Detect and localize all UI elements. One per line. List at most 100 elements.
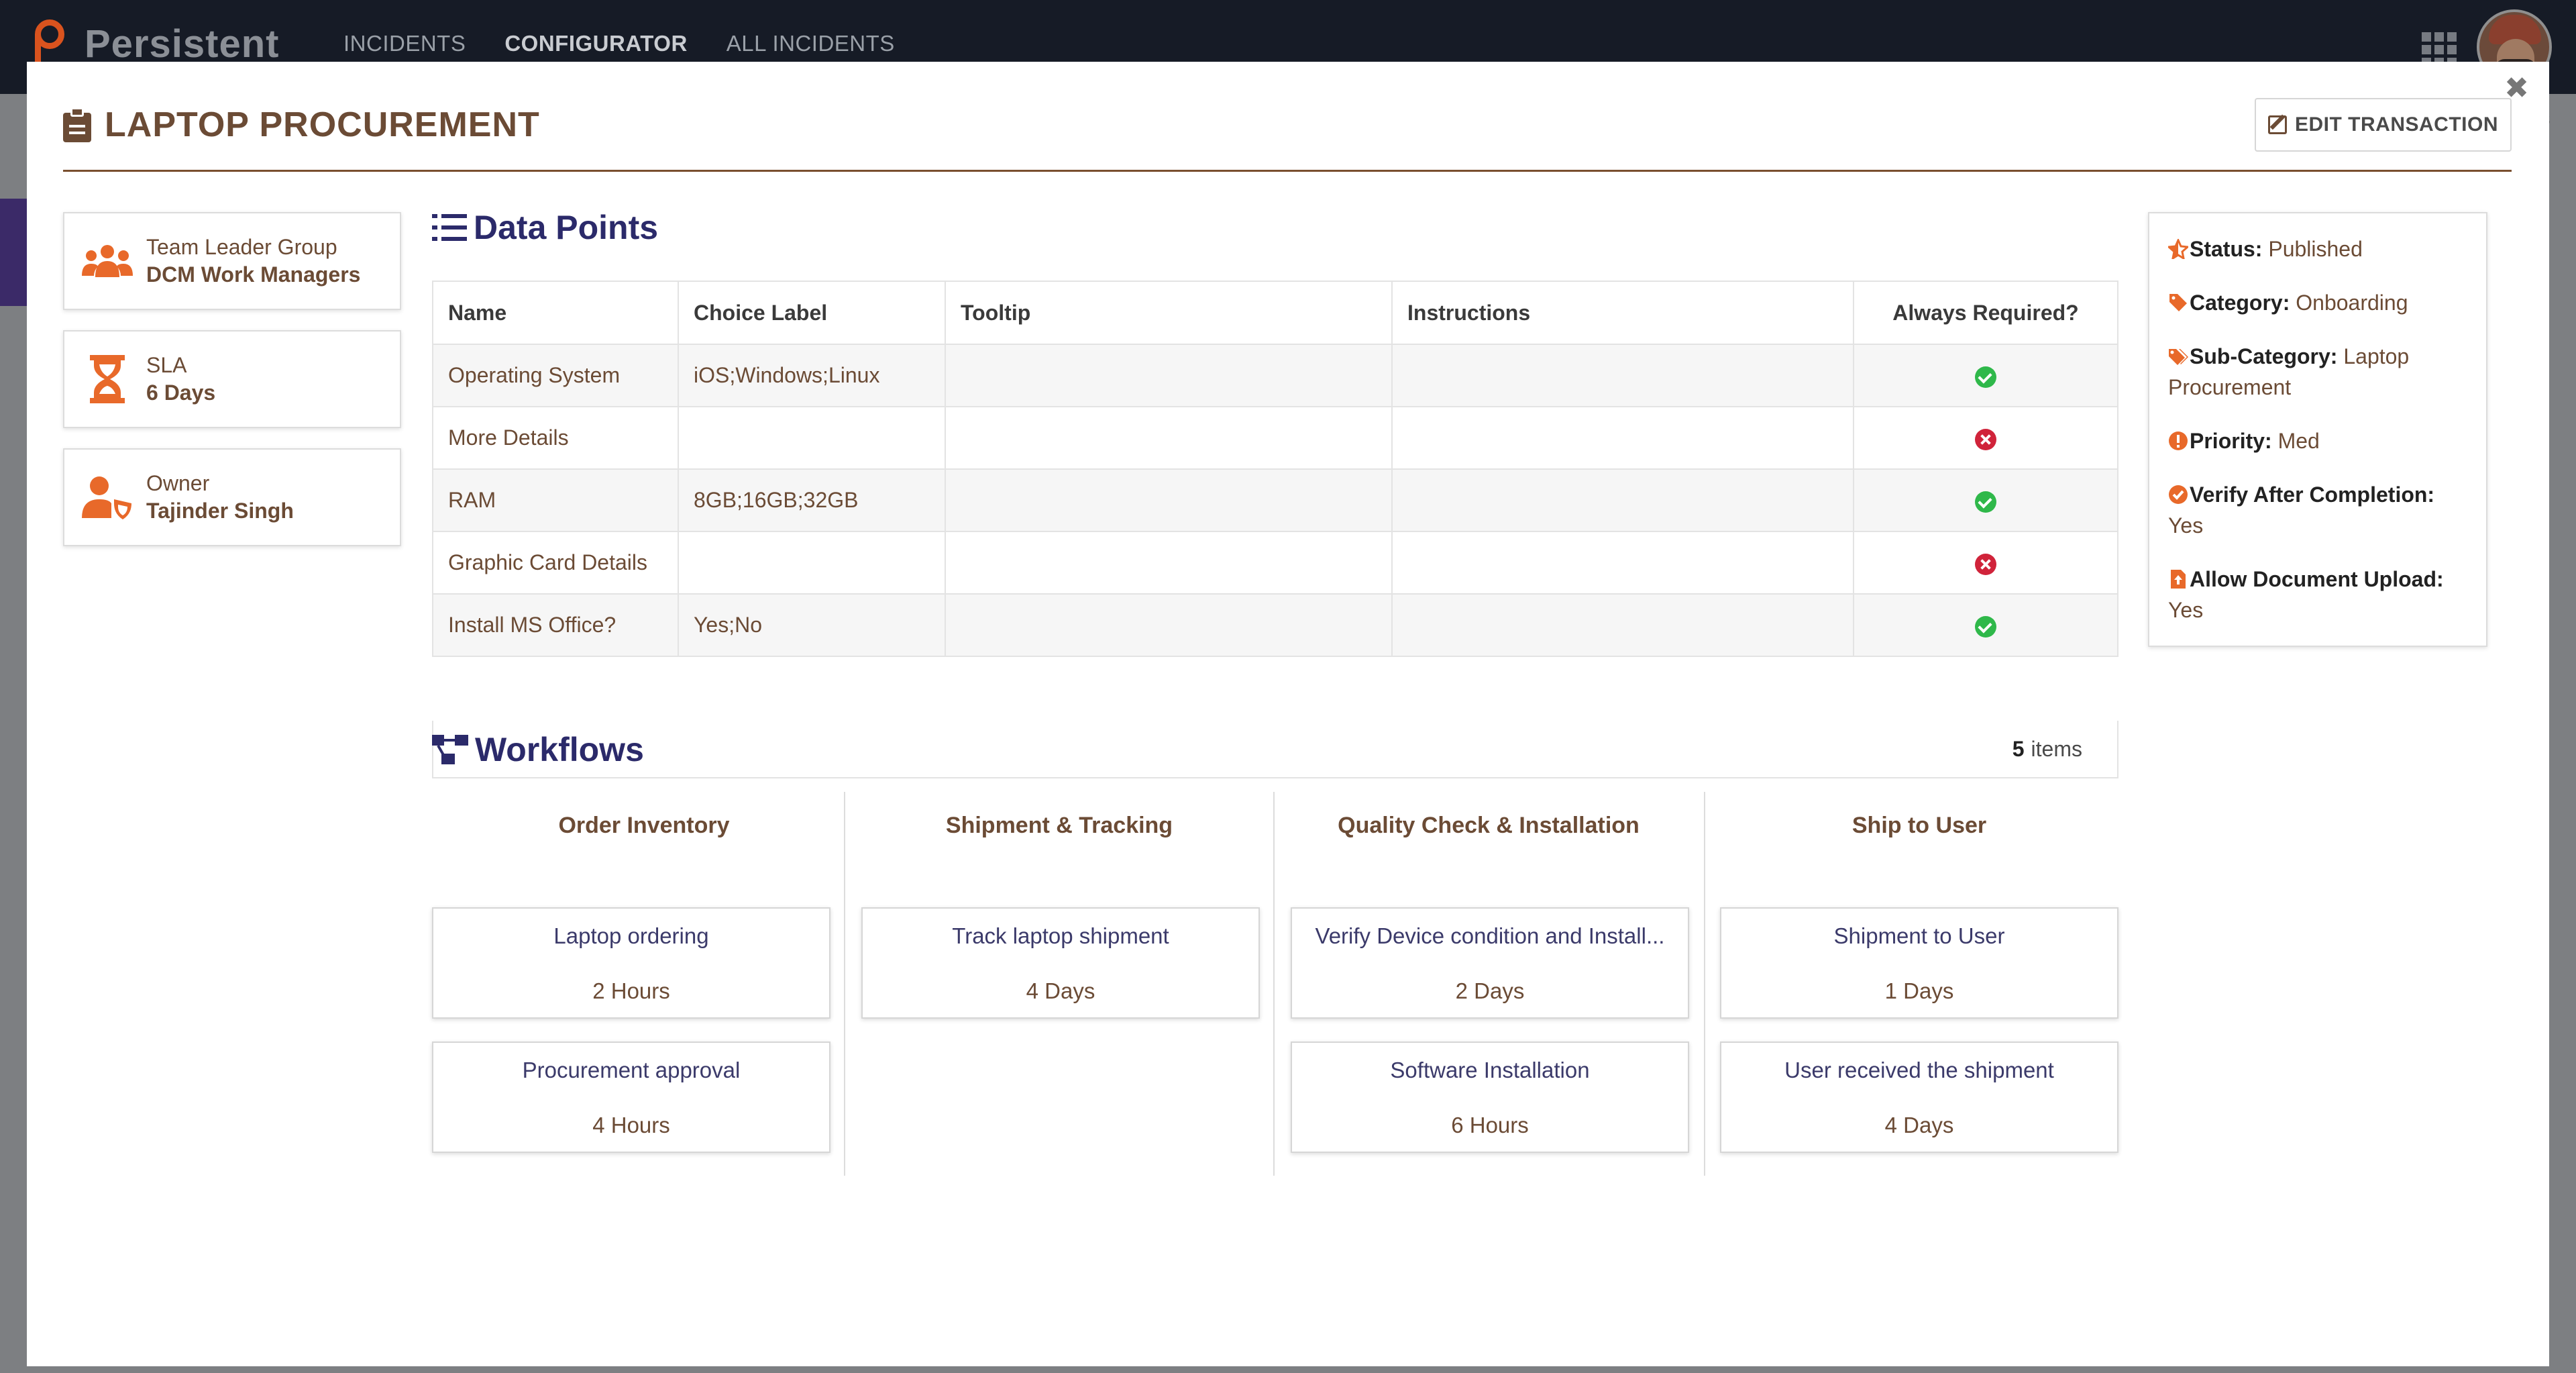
meta-value: Yes xyxy=(2168,513,2204,538)
workflow-step-name: Shipment to User xyxy=(1833,923,2005,948)
main-nav: INCIDENTS CONFIGURATOR ALL INCIDENTS xyxy=(343,31,895,56)
nav-incidents[interactable]: INCIDENTS xyxy=(343,31,466,56)
workflow-step-card[interactable]: Laptop ordering 2 Hours xyxy=(432,907,830,1019)
cell-tooltip xyxy=(945,344,1393,407)
workflow-column-order-inventory: Order Inventory Laptop ordering 2 Hours … xyxy=(429,792,859,1176)
workflow-step-card[interactable]: Verify Device condition and Install... 2… xyxy=(1291,907,1689,1019)
workflow-step-time: 1 Days xyxy=(1884,978,1954,1003)
hourglass-icon xyxy=(82,354,133,405)
column-header-tooltip[interactable]: Tooltip xyxy=(945,281,1393,345)
workflow-step-time: 4 Hours xyxy=(592,1113,670,1137)
workflow-step-card[interactable]: Track laptop shipment 4 Days xyxy=(861,907,1260,1019)
meta-key: Status: xyxy=(2190,237,2263,261)
workflow-step-time: 4 Days xyxy=(1884,1113,1954,1137)
meta-key: Allow Document Upload: xyxy=(2190,567,2444,591)
column-header-always-required[interactable]: Always Required? xyxy=(1853,281,2118,345)
info-label: Owner xyxy=(146,471,210,495)
item-count: 5 xyxy=(2012,736,2025,761)
user-shield-icon xyxy=(82,472,133,523)
edit-icon xyxy=(2268,115,2287,134)
workflow-column-title: Order Inventory xyxy=(558,812,730,838)
workflow-step-time: 2 Days xyxy=(1455,978,1525,1003)
cell-name: Operating System xyxy=(432,344,679,407)
transaction-meta-card: Status: Published Category: Onboarding S… xyxy=(2148,212,2487,647)
cell-tooltip xyxy=(945,531,1393,595)
workflow-step-time: 4 Days xyxy=(1026,978,1095,1003)
cell-name: Graphic Card Details xyxy=(432,531,679,595)
data-points-heading: Data Points xyxy=(432,208,658,247)
cell-tooltip xyxy=(945,406,1393,470)
check-circle-icon xyxy=(1975,491,1996,513)
meta-value: Published xyxy=(2268,237,2363,261)
data-points-table: Name Choice Label Tooltip Instructions A… xyxy=(432,281,2118,657)
transaction-modal: ✖ LAPTOP PROCUREMENT EDIT TRANSACTION Te… xyxy=(27,62,2549,1366)
table-row[interactable]: Graphic Card Details xyxy=(432,531,2118,595)
table-row[interactable]: Operating System iOS;Windows;Linux xyxy=(432,344,2118,407)
modal-title: LAPTOP PROCUREMENT xyxy=(63,105,540,145)
modal-header: LAPTOP PROCUREMENT EDIT TRANSACTION xyxy=(63,98,2512,172)
meta-value: Onboarding xyxy=(2296,291,2408,315)
sla-card: SLA 6 Days xyxy=(63,330,401,428)
workflow-step-time: 6 Hours xyxy=(1451,1113,1529,1137)
meta-key: Category: xyxy=(2190,291,2290,315)
cell-choice-label: 8GB;16GB;32GB xyxy=(678,468,946,532)
meta-category: Category: Onboarding xyxy=(2168,287,2467,318)
workflow-step-name: Software Installation xyxy=(1390,1058,1590,1082)
tag-icon xyxy=(2169,294,2187,311)
info-label: Team Leader Group xyxy=(146,235,337,259)
meta-key: Priority: xyxy=(2190,429,2272,453)
info-value: Tajinder Singh xyxy=(146,499,294,523)
cell-tooltip xyxy=(945,468,1393,532)
nav-configurator[interactable]: CONFIGURATOR xyxy=(504,31,687,56)
team-leader-group-card: Team Leader Group DCM Work Managers xyxy=(63,212,401,310)
cell-name: More Details xyxy=(432,406,679,470)
table-row[interactable]: RAM 8GB;16GB;32GB xyxy=(432,468,2118,532)
cell-instructions xyxy=(1391,531,1854,595)
workflow-column-title: Ship to User xyxy=(1851,812,1987,838)
workflow-step-name: Procurement approval xyxy=(522,1058,741,1082)
workflow-step-name: Track laptop shipment xyxy=(952,923,1169,948)
cell-choice-label: Yes;No xyxy=(678,593,946,657)
info-value: 6 Days xyxy=(146,380,216,405)
cell-instructions xyxy=(1391,593,1854,657)
cell-instructions xyxy=(1391,468,1854,532)
info-value: DCM Work Managers xyxy=(146,262,361,287)
table-row[interactable]: More Details xyxy=(432,406,2118,470)
nav-all-incidents[interactable]: ALL INCIDENTS xyxy=(727,31,895,56)
data-points-title: Data Points xyxy=(474,209,659,246)
sitemap-icon xyxy=(432,735,468,764)
column-header-instructions[interactable]: Instructions xyxy=(1391,281,1854,345)
workflow-step-card[interactable]: Software Installation 6 Hours xyxy=(1291,1041,1689,1153)
column-header-name[interactable]: Name xyxy=(432,281,679,345)
workflow-step-card[interactable]: Procurement approval 4 Hours xyxy=(432,1041,830,1153)
workflow-step-card[interactable]: User received the shipment 4 Days xyxy=(1720,1041,2118,1153)
table-header-row: Name Choice Label Tooltip Instructions A… xyxy=(432,281,2118,345)
cell-always-required xyxy=(1853,344,2118,407)
table-row[interactable]: Install MS Office? Yes;No xyxy=(432,593,2118,657)
list-icon xyxy=(432,213,467,242)
workflows-heading: Workflows xyxy=(432,730,644,769)
cell-instructions xyxy=(1391,406,1854,470)
cell-tooltip xyxy=(945,593,1393,657)
workflow-column-ship-to-user: Ship to User Shipment to User 1 Days Use… xyxy=(1704,792,2133,1176)
meta-priority: Priority: Med xyxy=(2168,425,2467,456)
star-icon xyxy=(2168,239,2188,259)
cell-name: Install MS Office? xyxy=(432,593,679,657)
cell-always-required xyxy=(1853,406,2118,470)
column-header-choice-label[interactable]: Choice Label xyxy=(678,281,946,345)
table-footer-count: 5 items xyxy=(432,721,2118,778)
times-circle-icon xyxy=(1975,428,1996,450)
workflow-column-title: Quality Check & Installation xyxy=(1338,812,1640,838)
clipboard-icon xyxy=(63,107,91,142)
workflow-step-name: Laptop ordering xyxy=(553,923,709,948)
workflow-column-title: Shipment & Tracking xyxy=(945,812,1173,838)
cell-choice-label xyxy=(678,406,946,470)
edit-transaction-button[interactable]: EDIT TRANSACTION xyxy=(2255,98,2512,152)
workflow-step-time: 2 Hours xyxy=(592,978,670,1003)
workflow-column-quality-check: Quality Check & Installation Verify Devi… xyxy=(1273,792,1703,1176)
meta-sub-category: Sub-Category: Laptop Procurement xyxy=(2168,341,2467,403)
workflow-step-card[interactable]: Shipment to User 1 Days xyxy=(1720,907,2118,1019)
edit-transaction-label: EDIT TRANSACTION xyxy=(2295,113,2498,136)
meta-verify-after-completion: Verify After Completion: Yes xyxy=(2168,479,2467,541)
meta-value: Yes xyxy=(2168,598,2204,622)
